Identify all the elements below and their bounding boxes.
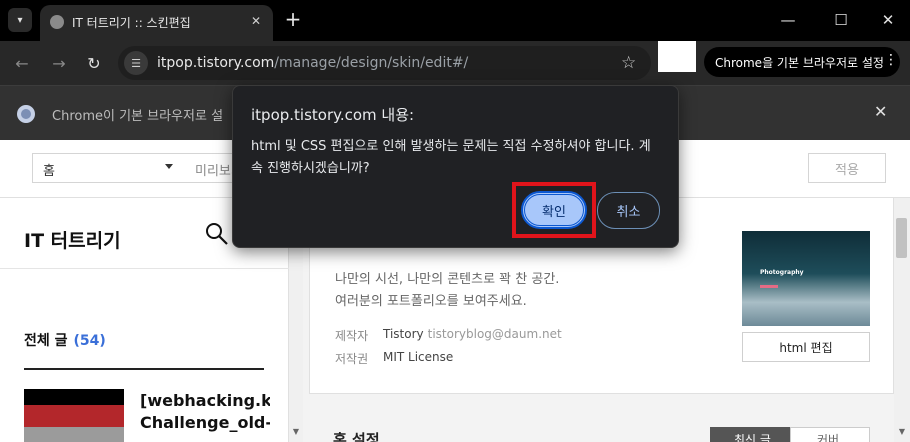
url-host: itpop.tistory.com — [157, 55, 275, 71]
tab-close-icon[interactable]: ✕ — [247, 12, 265, 30]
author-label: 제작자 — [335, 329, 369, 343]
page-select[interactable]: 홈 — [32, 153, 182, 183]
all-posts-count: (54) — [73, 333, 106, 349]
reload-icon[interactable]: ↻ — [82, 51, 106, 75]
license-label: 저작권 — [335, 352, 369, 366]
minimize-icon[interactable]: — — [776, 8, 800, 32]
window-close-icon[interactable]: ✕ — [876, 8, 900, 32]
tab-search-chevron-icon[interactable]: ▾ — [8, 8, 32, 32]
tab-title: IT 터트리기 :: 스킨편집 — [72, 16, 191, 30]
search-icon[interactable] — [205, 222, 229, 246]
scroll-down-arrow-icon[interactable]: ▼ — [289, 424, 303, 438]
address-bar[interactable]: ☰ itpop.tistory.com/manage/design/skin/e… — [118, 46, 651, 80]
header-divider — [0, 268, 289, 269]
settings-scroll-thumb[interactable] — [896, 218, 907, 258]
browser-toolbar: ← → ↻ ☰ itpop.tistory.com/manage/design/… — [0, 41, 910, 85]
post-title[interactable]: [webhacking.kr Challenge_old- — [140, 390, 270, 442]
browser-tab[interactable]: IT 터트리기 :: 스킨편집 ✕ — [40, 5, 273, 41]
license-value: MIT License — [383, 350, 454, 364]
url-path: /manage/design/skin/edit#/ — [274, 55, 469, 71]
author-name: Tistory — [383, 327, 424, 341]
new-tab-plus-icon[interactable]: + — [283, 9, 303, 29]
author-email: tistoryblog@daum.net — [427, 327, 562, 341]
maximize-icon[interactable]: ☐ — [829, 8, 853, 32]
page-select-value: 홈 — [43, 164, 55, 179]
set-default-browser-label: Chrome을 기본 브라우저로 설정 — [715, 56, 884, 70]
skin-thumbnail: Photography — [742, 231, 870, 326]
dialog-title: itpop.tistory.com 내용: — [251, 106, 415, 124]
infobar-close-icon[interactable]: ✕ — [874, 102, 887, 121]
blank-extension-area — [658, 41, 696, 72]
posts-underline — [24, 368, 264, 370]
post-thumbnail[interactable] — [24, 389, 124, 442]
bookmark-star-icon[interactable]: ☆ — [621, 53, 636, 73]
globe-icon — [50, 15, 64, 29]
confirm-dialog: itpop.tistory.com 내용: html 및 CSS 편집으로 인해… — [232, 85, 679, 248]
skin-thumb-caption: Photography — [760, 269, 804, 276]
all-posts-heading[interactable]: 전체 글 (54) — [24, 330, 106, 350]
latest-posts-tab[interactable]: 최신 글 — [710, 427, 790, 442]
dialog-message: html 및 CSS 편집으로 인해 발생하는 문제는 직접 수정하셔야 합니다… — [251, 139, 651, 176]
skin-description-line2: 여러분의 포트폴리오를 보여주세요. — [335, 294, 527, 309]
skin-description-line1: 나만의 시선, 나만의 콘텐츠로 꽉 찬 공간. — [335, 272, 560, 287]
ok-button[interactable]: 확인 — [521, 191, 587, 229]
apply-button[interactable]: 적용 — [808, 153, 886, 183]
cover-tab[interactable]: 커버 — [790, 427, 870, 442]
chrome-logo-icon — [17, 105, 35, 123]
site-info-icon[interactable]: ☰ — [124, 51, 148, 75]
cancel-button[interactable]: 취소 — [597, 192, 660, 229]
tab-strip: ▾ IT 터트리기 :: 스킨편집 ✕ + — ☐ ✕ — [0, 0, 910, 41]
author-value: Tistory tistoryblog@daum.net — [383, 327, 562, 341]
url-text[interactable]: itpop.tistory.com/manage/design/skin/edi… — [157, 55, 468, 71]
html-edit-button[interactable]: html 편집 — [742, 332, 870, 362]
set-default-browser-button[interactable]: Chrome을 기본 브라우저로 설정 ⋮ — [704, 47, 900, 77]
infobar-text: Chrome이 기본 브라우저로 설 — [52, 109, 224, 124]
back-arrow-icon[interactable]: ← — [10, 51, 34, 75]
home-settings-heading: 홈 설정 — [333, 431, 380, 442]
all-posts-label: 전체 글 — [24, 333, 68, 349]
blog-title: IT 터트리기 — [24, 230, 121, 252]
more-menu-icon[interactable]: ⋮ — [884, 52, 898, 68]
forward-arrow-icon[interactable]: → — [47, 51, 71, 75]
dropdown-arrow-icon — [165, 164, 173, 169]
scroll-down-arrow-icon[interactable]: ▼ — [894, 424, 910, 438]
